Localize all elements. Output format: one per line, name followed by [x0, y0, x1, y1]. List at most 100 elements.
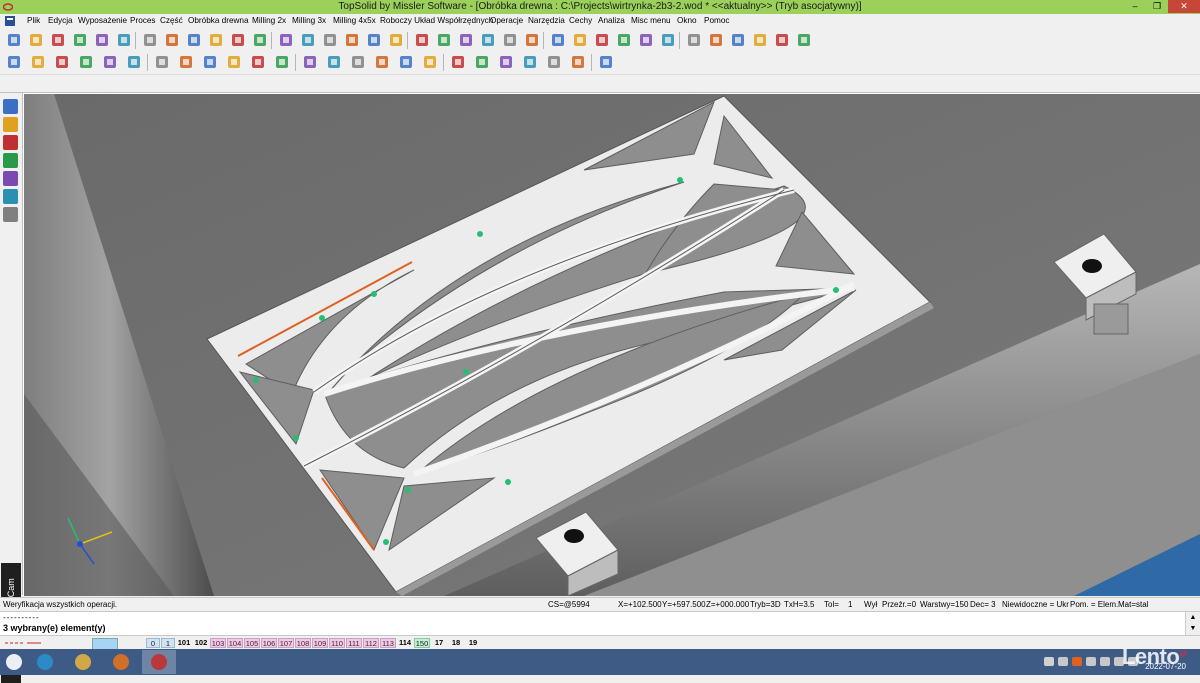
puzzle-icon[interactable]	[302, 54, 318, 70]
firefox-icon[interactable]	[104, 650, 138, 674]
sort-icon[interactable]	[498, 54, 514, 70]
measure-icon[interactable]	[322, 32, 338, 48]
drill-icon[interactable]	[250, 54, 266, 70]
properties-icon[interactable]	[94, 32, 110, 48]
eraser-icon[interactable]	[186, 32, 202, 48]
menu-cechy[interactable]: Cechy	[569, 16, 592, 25]
camera-icon[interactable]	[550, 32, 566, 48]
refresh-icon[interactable]	[208, 32, 224, 48]
scroll-down-icon[interactable]: ▼	[1186, 623, 1200, 634]
tool-c-icon[interactable]	[226, 54, 242, 70]
align-icon[interactable]	[154, 54, 170, 70]
layer-button-150[interactable]: 150	[414, 638, 430, 648]
status-niewidoczne[interactable]: Niewidoczne = Ukr	[1002, 600, 1069, 609]
status-tryb[interactable]: Tryb=3D	[750, 600, 781, 609]
user-icon[interactable]	[546, 54, 562, 70]
layer-button-105[interactable]: 105	[244, 638, 260, 648]
cutter-icon[interactable]	[350, 54, 366, 70]
sheet-icon[interactable]	[708, 32, 724, 48]
cube-icon[interactable]	[3, 189, 18, 204]
layer-button-0[interactable]: 0	[146, 638, 160, 648]
document-menu-icon[interactable]	[4, 15, 16, 27]
panel-icon[interactable]	[474, 54, 490, 70]
mesh-icon[interactable]	[796, 32, 812, 48]
line-icon[interactable]	[638, 32, 654, 48]
hook-icon[interactable]	[436, 32, 452, 48]
tool-b-icon[interactable]	[202, 54, 218, 70]
menu-okno[interactable]: Okno	[677, 16, 697, 25]
layer-button-111[interactable]: 111	[346, 638, 362, 648]
menu-narzedzia[interactable]: Narzędzia	[528, 16, 565, 25]
file-explorer-icon[interactable]	[66, 650, 100, 674]
status-wyl[interactable]: Wył	[864, 600, 877, 609]
new-icon[interactable]	[6, 32, 22, 48]
menu-obrobka-drewna[interactable]: Obróbka drewna	[188, 16, 249, 25]
menu-operacje[interactable]: Operacje	[490, 16, 523, 25]
menu-roboczy-uklad[interactable]: Roboczy Układ Współrzędnych	[380, 16, 493, 25]
scroll-up-icon[interactable]: ▲	[1186, 612, 1200, 623]
page-icon[interactable]	[774, 32, 790, 48]
zoom-tool-icon[interactable]	[230, 32, 246, 48]
document-icon[interactable]	[686, 32, 702, 48]
command-scrollbar[interactable]: ▲ ▼	[1185, 612, 1200, 636]
layer-button-106[interactable]: 106	[261, 638, 277, 648]
menu-milling-3x[interactable]: Milling 3x	[292, 16, 326, 25]
status-mat[interactable]: Mat=stal	[1118, 600, 1148, 609]
layer-button-113[interactable]: 113	[380, 638, 396, 648]
stack-c-icon[interactable]	[78, 54, 94, 70]
save-dropdown-icon[interactable]	[72, 32, 88, 48]
internet-explorer-icon[interactable]	[28, 650, 62, 674]
layer-button-107[interactable]: 107	[278, 638, 294, 648]
cross-icon[interactable]	[388, 32, 404, 48]
view-icon[interactable]	[524, 32, 540, 48]
gears-icon[interactable]	[300, 32, 316, 48]
settings-icon[interactable]	[252, 32, 268, 48]
menu-misc[interactable]: Misc menu	[631, 16, 671, 25]
chart-icon[interactable]	[730, 32, 746, 48]
stack-a-icon[interactable]	[30, 54, 46, 70]
stack-e-icon[interactable]	[126, 54, 142, 70]
help-icon[interactable]	[598, 54, 614, 70]
layers-icon[interactable]	[6, 54, 22, 70]
restore-button[interactable]: ❐	[1146, 0, 1168, 13]
pen-icon[interactable]	[3, 171, 18, 186]
save-icon[interactable]	[50, 32, 66, 48]
frame-icon[interactable]	[326, 54, 342, 70]
stack-icon[interactable]	[414, 32, 430, 48]
layer-button-104[interactable]: 104	[227, 638, 243, 648]
tray-icon-b[interactable]	[1072, 657, 1082, 666]
zoom-icon[interactable]	[480, 32, 496, 48]
shapes-icon[interactable]	[3, 117, 18, 132]
layer-button-101[interactable]: 101	[176, 638, 192, 648]
menu-edycja[interactable]: Edycja	[48, 16, 73, 25]
flag-icon[interactable]	[1100, 657, 1110, 666]
minimize-button[interactable]: –	[1124, 0, 1146, 13]
delete-icon[interactable]	[142, 32, 158, 48]
layer-button-17[interactable]: 17	[431, 638, 447, 648]
status-warstwy[interactable]: Warstwy=150	[920, 600, 968, 609]
color-swatch-icon[interactable]	[594, 32, 610, 48]
print-icon[interactable]	[116, 32, 132, 48]
flower-icon[interactable]	[374, 54, 390, 70]
tree-icon[interactable]	[3, 207, 18, 222]
chip-icon[interactable]	[570, 54, 586, 70]
status-przezr[interactable]: Przeźr.=0	[882, 600, 916, 609]
status-tol[interactable]: 1	[848, 600, 852, 609]
stack-d-icon[interactable]	[102, 54, 118, 70]
blocks-icon[interactable]	[3, 135, 18, 150]
tray-icon-c[interactable]	[1086, 657, 1096, 666]
status-pom[interactable]: Pom. = Elem.	[1070, 600, 1118, 609]
layer-button-1[interactable]: 1	[161, 638, 175, 648]
stack-b-icon[interactable]	[54, 54, 70, 70]
layer-button-108[interactable]: 108	[295, 638, 311, 648]
menu-plik[interactable]: Plik	[27, 16, 40, 25]
3d-viewport[interactable]	[23, 93, 1200, 596]
status-txh[interactable]: TxH=3.5	[784, 600, 814, 609]
menu-milling-2x[interactable]: Milling 2x	[252, 16, 286, 25]
topsolid-icon[interactable]	[142, 650, 176, 674]
pointer-icon[interactable]	[344, 32, 360, 48]
shape-icon[interactable]	[274, 54, 290, 70]
tool-a-icon[interactable]	[178, 54, 194, 70]
tray-icon-a[interactable]	[1058, 657, 1068, 666]
layer-button-112[interactable]: 112	[363, 638, 379, 648]
